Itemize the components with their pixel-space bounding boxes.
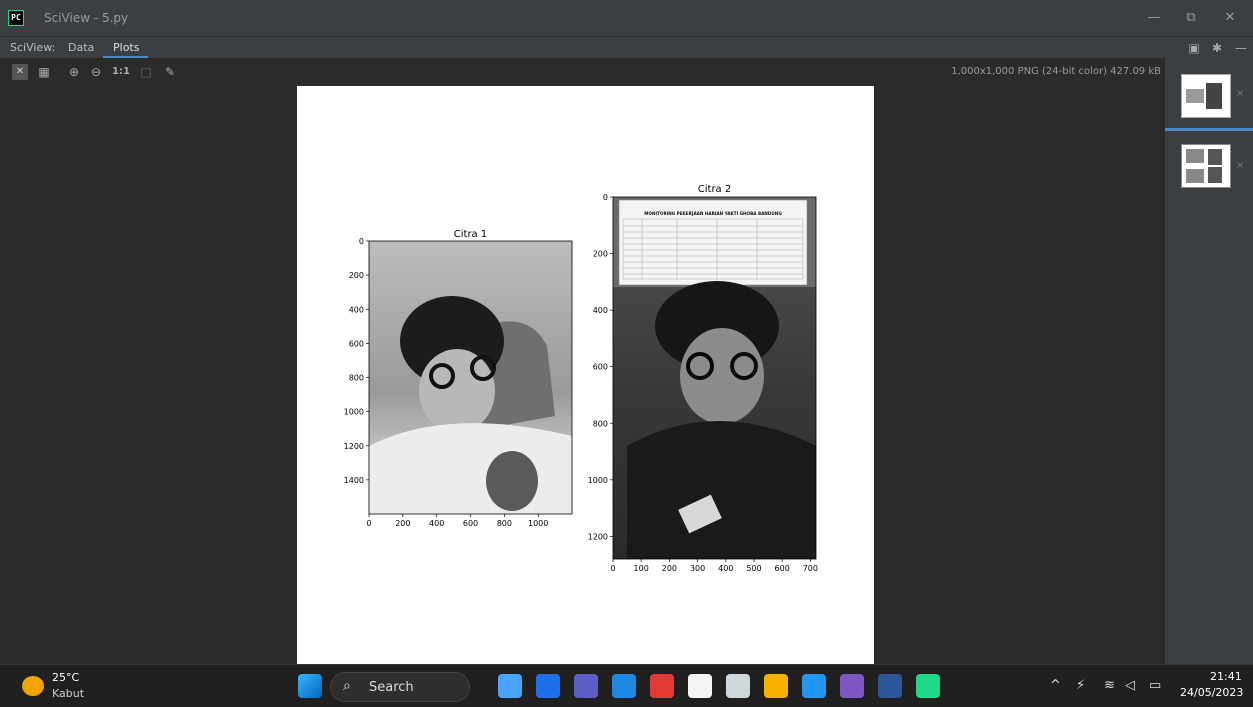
layout-icon[interactable]: ▣ <box>1186 40 1202 56</box>
clock-time[interactable]: 21:41 <box>1210 670 1242 683</box>
start-button-icon[interactable] <box>298 674 322 698</box>
clock-date[interactable]: 24/05/2023 <box>1180 686 1243 699</box>
sciview-tab-bar: SciView: Data Plots ▣ ✱ — <box>0 36 1253 59</box>
search-label: Search <box>369 680 414 695</box>
thumbnail-1-close-icon[interactable]: × <box>1236 88 1244 99</box>
y-tick-label: 1000 <box>344 408 364 417</box>
y-tick-label: 1000 <box>588 476 608 485</box>
x-tick-label: 100 <box>634 564 649 573</box>
wifi-icon[interactable]: ≋ <box>1104 678 1115 693</box>
volume-icon[interactable]: ◁ <box>1125 678 1135 693</box>
battery-icon[interactable]: ▭ <box>1149 678 1161 693</box>
weather-temp: 25°C <box>52 671 80 684</box>
zoom-in-icon[interactable]: ⊕ <box>66 64 82 80</box>
image-viewer: Citra 1 0 200 400 600 800 1000 0 200 400 600 800 10… <box>0 86 1165 664</box>
title-bar: PC SciView - 5.py — ⧉ ✕ <box>0 0 1253 36</box>
grid-icon[interactable]: ▦ <box>36 64 52 80</box>
background-icon[interactable]: □ <box>138 64 154 80</box>
maximize-button[interactable]: ⧉ <box>1171 7 1211 29</box>
edge-icon[interactable] <box>612 674 636 698</box>
image-info: 1,000x1,000 PNG (24-bit color) 427.09 kB <box>951 66 1161 77</box>
taskbar-search[interactable]: ⌕ Search <box>330 672 470 702</box>
x-tick-label: 200 <box>662 564 677 573</box>
actual-size-icon[interactable]: 1:1 <box>112 64 130 80</box>
x-tick-label: 400 <box>718 564 733 573</box>
y-tick-label: 0 <box>359 237 364 246</box>
x-tick-label: 600 <box>775 564 790 573</box>
fit-to-window-icon[interactable]: ✕ <box>12 64 28 80</box>
thumbnail-2[interactable] <box>1181 144 1231 188</box>
y-tick-label: 600 <box>593 363 608 372</box>
doc-heading: MONITORING PEKERJAAN HARIAN YAKTI GHOBA … <box>644 211 782 216</box>
color-picker-icon[interactable]: ✎ <box>162 64 178 80</box>
tab-data[interactable]: Data <box>68 41 94 54</box>
subplot-1-title: Citra 1 <box>454 229 487 240</box>
settings-icon[interactable] <box>726 674 750 698</box>
minimize-button[interactable]: — <box>1134 7 1174 29</box>
file-explorer-icon[interactable] <box>764 674 788 698</box>
teams-icon[interactable] <box>574 674 598 698</box>
task-view-icon[interactable] <box>536 674 560 698</box>
subplot-2-title: Citra 2 <box>698 184 731 195</box>
y-tick-label: 1200 <box>588 532 608 541</box>
y-tick-label: 600 <box>349 339 364 348</box>
vscode-icon[interactable] <box>802 674 826 698</box>
chrome-icon[interactable] <box>840 674 864 698</box>
x-tick-label: 600 <box>463 519 478 528</box>
x-tick-label: 500 <box>746 564 761 573</box>
y-tick-label: 0 <box>603 193 608 202</box>
figure-canvas: Citra 1 0 200 400 600 800 1000 0 200 400 600 800 10… <box>297 86 874 664</box>
x-tick-label: 1000 <box>528 519 548 528</box>
y-tick-label: 800 <box>349 374 364 383</box>
thumbnail-selection-indicator <box>1165 128 1253 131</box>
weather-desc: Kabut <box>52 687 85 700</box>
y-tick-label: 200 <box>349 271 364 280</box>
sciview-label: SciView: <box>10 41 56 54</box>
thumbnail-panel: × × <box>1165 58 1253 664</box>
opera-icon[interactable] <box>650 674 674 698</box>
bing-chat-icon[interactable] <box>498 674 522 698</box>
x-tick-label: 0 <box>610 564 615 573</box>
x-tick-label: 300 <box>690 564 705 573</box>
thumbnail-1[interactable] <box>1181 74 1231 118</box>
word-icon[interactable] <box>878 674 902 698</box>
y-tick-label: 1200 <box>344 442 364 451</box>
y-tick-label: 400 <box>593 306 608 315</box>
y-tick-label: 400 <box>349 305 364 314</box>
x-tick-label: 800 <box>497 519 512 528</box>
image-toolbar: ✕ ▦ ⊕ ⊖ 1:1 □ ✎ 1,000x1,000 PNG (24-bit … <box>0 58 1165 86</box>
window-title: SciView - 5.py <box>44 11 129 25</box>
subplot-1-image <box>369 241 572 514</box>
tray-overflow-icon[interactable]: ^ <box>1050 678 1061 693</box>
x-tick-label: 700 <box>803 564 818 573</box>
search-icon: ⌕ <box>343 678 351 694</box>
y-tick-label: 200 <box>593 250 608 259</box>
network-icon[interactable]: ⚡ <box>1076 678 1085 693</box>
y-tick-label: 800 <box>593 419 608 428</box>
figure-svg: Citra 1 0 200 400 600 800 1000020040060080010… <box>344 184 818 573</box>
gear-icon[interactable]: ✱ <box>1209 40 1225 56</box>
x-tick-label: 200 <box>395 519 410 528</box>
hide-icon[interactable]: — <box>1233 40 1249 56</box>
weather-icon[interactable] <box>22 676 44 696</box>
thumbnail-2-close-icon[interactable]: × <box>1236 160 1244 171</box>
close-button[interactable]: ✕ <box>1210 7 1250 29</box>
tab-plots[interactable]: Plots <box>113 41 139 54</box>
notepad-icon[interactable] <box>688 674 712 698</box>
subplot-2-image: MONITORING PEKERJAAN HARIAN YAKTI GHOBA … <box>613 197 816 559</box>
x-tick-label: 0 <box>366 519 371 528</box>
pycharm-logo-icon: PC <box>8 10 24 26</box>
zoom-out-icon[interactable]: ⊖ <box>88 64 104 80</box>
x-tick-label: 400 <box>429 519 444 528</box>
y-tick-label: 1400 <box>344 476 364 485</box>
pycharm-icon[interactable] <box>916 674 940 698</box>
windows-taskbar: 25°C Kabut ⌕ Search ^ ⚡ ≋ ◁ ▭ 21:41 24/0… <box>0 664 1253 707</box>
